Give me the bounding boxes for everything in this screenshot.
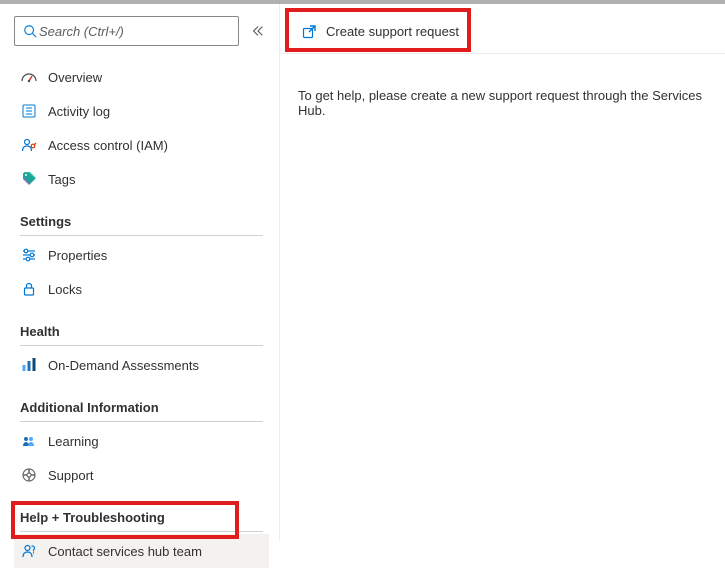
sidebar-item-properties[interactable]: Properties [14,238,269,272]
sidebar-item-assessments[interactable]: On-Demand Assessments [14,348,269,382]
sidebar-item-label: Access control (IAM) [48,138,168,153]
lock-icon [20,280,38,298]
sidebar-item-locks[interactable]: Locks [14,272,269,306]
learning-icon [20,432,38,450]
properties-icon [20,246,38,264]
support-icon [20,466,38,484]
section-header-additional: Additional Information [14,382,269,421]
sidebar-item-tags[interactable]: Tags [14,162,269,196]
sidebar: Overview Activity log Access control (IA… [0,4,280,541]
search-input[interactable] [39,24,232,39]
activity-log-icon [20,102,38,120]
sidebar-item-label: Locks [48,282,82,297]
sidebar-item-access-control[interactable]: Access control (IAM) [14,128,269,162]
sidebar-item-label: Overview [48,70,102,85]
section-header-help: Help + Troubleshooting [14,492,269,531]
divider [20,345,263,346]
tags-icon [20,170,38,188]
command-label: Create support request [326,24,459,39]
sidebar-item-label: Activity log [48,104,110,119]
section-header-settings: Settings [14,196,269,235]
external-link-icon [300,23,318,41]
sidebar-search-row [14,16,269,46]
sidebar-item-contact-services-hub[interactable]: Contact services hub team [14,534,269,568]
contact-person-icon [20,542,38,560]
sidebar-item-label: On-Demand Assessments [48,358,199,373]
collapse-sidebar-button[interactable] [247,20,269,42]
search-icon [21,22,39,40]
sidebar-item-learning[interactable]: Learning [14,424,269,458]
sidebar-item-overview[interactable]: Overview [14,60,269,94]
assessments-icon [20,356,38,374]
overview-icon [20,68,38,86]
sidebar-item-label: Contact services hub team [48,544,202,559]
main-panel: Create support request To get help, plea… [280,4,725,541]
sidebar-item-support[interactable]: Support [14,458,269,492]
create-support-request-button[interactable]: Create support request [290,17,469,47]
divider [20,235,263,236]
help-message: To get help, please create a new support… [280,54,725,118]
command-bar: Create support request [280,10,725,54]
divider [20,531,263,532]
sidebar-item-label: Properties [48,248,107,263]
divider [20,421,263,422]
sidebar-item-activity-log[interactable]: Activity log [14,94,269,128]
sidebar-item-label: Support [48,468,94,483]
layout: Overview Activity log Access control (IA… [0,4,725,541]
section-header-health: Health [14,306,269,345]
access-control-icon [20,136,38,154]
sidebar-item-label: Learning [48,434,99,449]
sidebar-search-box[interactable] [14,16,239,46]
sidebar-item-label: Tags [48,172,75,187]
